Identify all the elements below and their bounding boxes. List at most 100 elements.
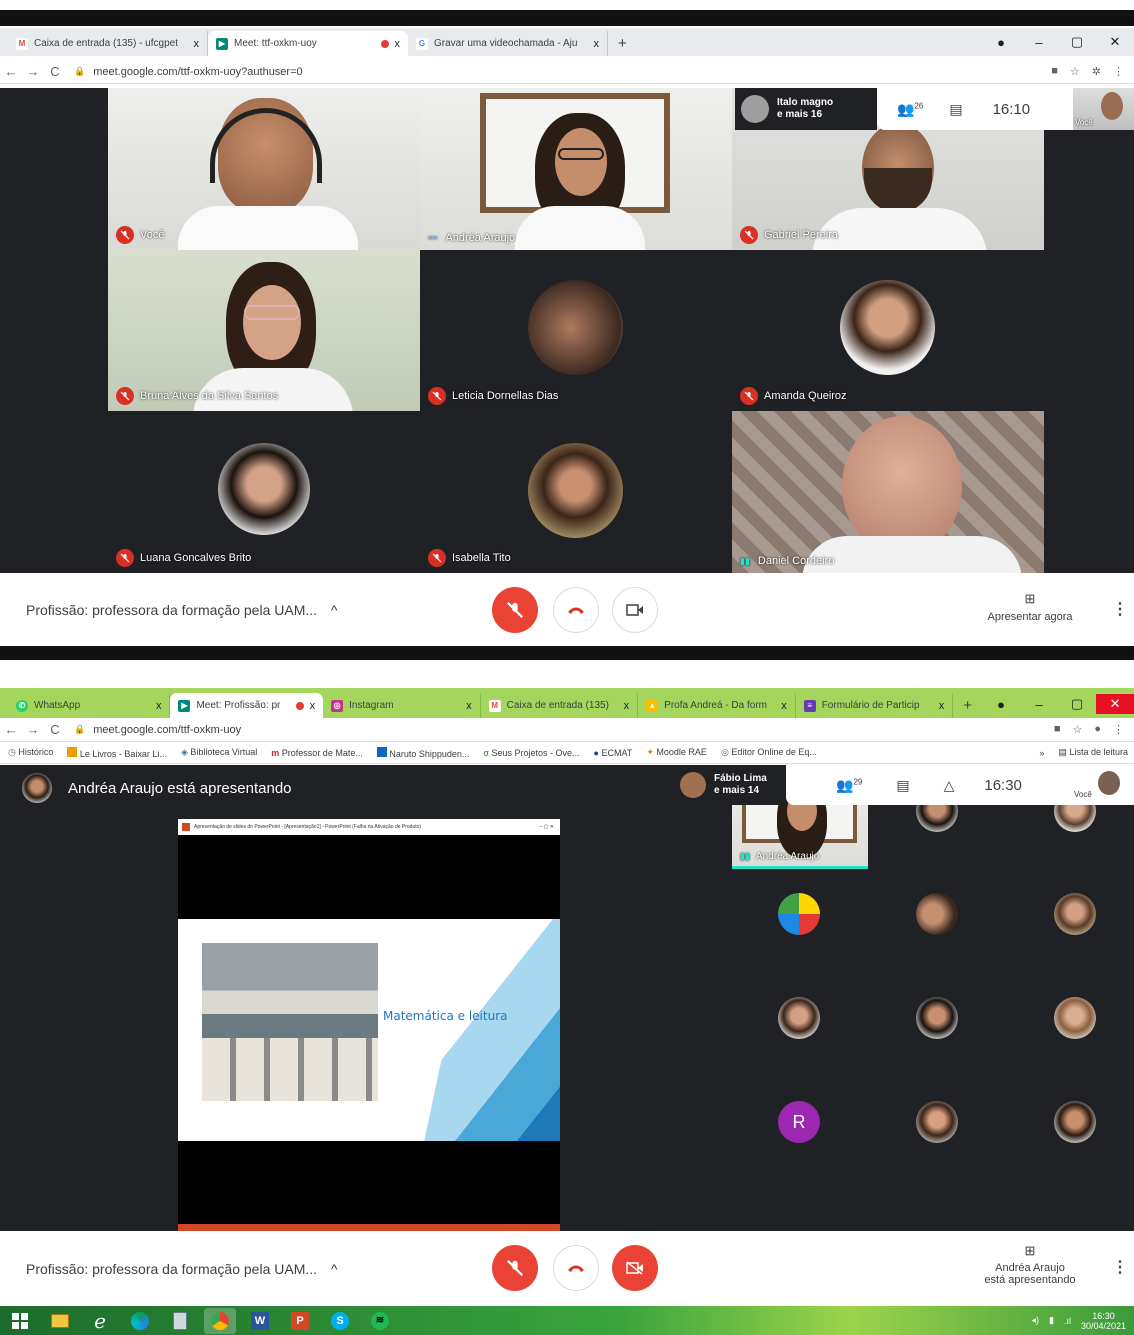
self-view[interactable]: Você xyxy=(1073,88,1134,130)
participant-avatar[interactable] xyxy=(916,893,958,935)
forward-icon[interactable]: → xyxy=(22,64,44,79)
bookmark-biblioteca[interactable]: ◈ Biblioteca Virtual xyxy=(181,747,257,758)
signal-icon[interactable]: .ıl xyxy=(1064,1316,1071,1326)
menu-icon[interactable]: ⋮ xyxy=(1113,723,1124,736)
leave-call-button[interactable] xyxy=(553,1245,599,1291)
more-options-icon[interactable]: ⋮ xyxy=(1112,599,1128,619)
camera-icon[interactable]: ■ xyxy=(1051,65,1058,78)
edge-icon[interactable] xyxy=(124,1308,156,1334)
bottom-tab-meet[interactable]: ▶ Meet: Profissão: pr x xyxy=(170,693,324,718)
video-tile-leticia[interactable]: Leticia Dornellas Dias xyxy=(420,250,732,411)
spotify-icon[interactable]: ≋ xyxy=(364,1308,396,1334)
bookmark-editor[interactable]: ◎ Editor Online de Eq... xyxy=(721,747,817,758)
video-tile-luana[interactable]: Luana Goncalves Brito xyxy=(108,411,420,573)
back-icon[interactable]: ← xyxy=(0,722,22,737)
close-icon[interactable]: x xyxy=(594,38,600,50)
leave-call-button[interactable] xyxy=(553,587,599,633)
present-now-button[interactable]: ⊞ Apresentar agora xyxy=(980,591,1080,623)
bookmark-naruto[interactable]: Naruto Shippuden... xyxy=(376,746,469,759)
active-speaker-chip[interactable]: Fábio Lima e mais 14 xyxy=(676,765,786,805)
people-icon[interactable]: 👥29 xyxy=(836,777,862,794)
camera-icon[interactable]: ■ xyxy=(1054,723,1061,736)
video-tile-voce[interactable]: Você xyxy=(108,88,420,250)
url-field[interactable]: meet.google.com/ttf-oxkm-uoy xyxy=(93,724,241,736)
volume-icon[interactable]: ◂) xyxy=(1031,1315,1039,1326)
close-icon[interactable]: x xyxy=(939,700,945,712)
chat-icon[interactable]: ▤ xyxy=(896,777,909,794)
windows-start-icon[interactable] xyxy=(4,1308,36,1334)
network-icon[interactable]: ▮ xyxy=(1049,1315,1054,1326)
close-icon[interactable]: x xyxy=(395,38,401,50)
camera-toggle-button[interactable] xyxy=(612,587,658,633)
camera-toggle-button[interactable] xyxy=(612,1245,658,1291)
presentation-status-button[interactable]: ⊞ Andréa Araujo está apresentando xyxy=(975,1243,1085,1286)
close-window-button[interactable]: ✕ xyxy=(1096,694,1134,714)
active-speaker-chip[interactable]: Italo magno e mais 16 xyxy=(735,88,877,130)
menu-icon[interactable]: ⋮ xyxy=(1113,65,1124,78)
reading-list-button[interactable]: ▤ Lista de leitura xyxy=(1058,747,1134,758)
bookmark-ecmat[interactable]: ● ECMAT xyxy=(594,748,633,758)
close-icon[interactable]: x xyxy=(781,700,787,712)
forward-icon[interactable]: → xyxy=(22,722,44,737)
participant-avatar[interactable] xyxy=(1054,997,1096,1039)
mic-toggle-button[interactable] xyxy=(492,1245,538,1291)
close-icon[interactable]: x xyxy=(466,700,472,712)
bookmark-lelivros[interactable]: Le Livros - Baixar Li... xyxy=(67,746,167,759)
star-icon[interactable]: ☆ xyxy=(1070,65,1080,78)
bottom-tab-forms[interactable]: ≡ Formulário de Particip x xyxy=(796,693,954,718)
participant-avatar[interactable] xyxy=(1054,893,1096,935)
chrome-icon[interactable] xyxy=(204,1307,236,1334)
reload-icon[interactable]: C xyxy=(44,722,66,737)
minimize-button[interactable]: – xyxy=(1020,697,1058,712)
powerpoint-icon[interactable]: P xyxy=(284,1308,316,1334)
meeting-details-button[interactable]: Profissão: professora da formação pela U… xyxy=(26,602,338,618)
bottom-tab-gmail[interactable]: M Caixa de entrada (135) x xyxy=(481,693,639,718)
ie-icon[interactable]: e xyxy=(84,1308,116,1334)
profile-icon[interactable]: ● xyxy=(1094,723,1101,736)
participant-avatar-letter[interactable]: R xyxy=(778,1101,820,1143)
participant-avatar[interactable] xyxy=(916,1101,958,1143)
close-icon[interactable]: x xyxy=(310,700,316,712)
bookmark-moodle[interactable]: ✦ Moodle RAE xyxy=(646,747,707,758)
mic-toggle-button[interactable] xyxy=(492,587,538,633)
maximize-button[interactable]: ▢ xyxy=(1058,696,1096,712)
minimize-button[interactable]: – xyxy=(1020,35,1058,50)
participant-avatar[interactable] xyxy=(1054,1101,1096,1143)
video-tile-bruna[interactable]: Bruna Alves da Silva Santos xyxy=(108,250,420,411)
video-tile-daniel[interactable]: ▮▮ Daniel Cordeiro xyxy=(732,411,1044,573)
video-tile-isabella[interactable]: Isabella Tito xyxy=(420,411,732,573)
meeting-details-button[interactable]: Profissão: professora da formação pela U… xyxy=(26,1261,338,1277)
bookmark-projetos[interactable]: σ Seus Projetos - Ove... xyxy=(483,748,579,758)
self-view[interactable]: Você xyxy=(1072,765,1134,805)
video-tile-amanda[interactable]: Amanda Queiroz xyxy=(732,250,1044,411)
video-tile-andrea[interactable]: ••• Andréa Araujo xyxy=(420,88,732,250)
chat-icon[interactable]: ▤ xyxy=(949,101,962,118)
notepad-icon[interactable] xyxy=(164,1308,196,1334)
skype-icon[interactable]: S xyxy=(324,1308,356,1334)
people-icon[interactable]: 👥26 xyxy=(897,101,923,118)
maximize-button[interactable]: ▢ xyxy=(1058,34,1096,50)
more-bookmarks-button[interactable]: » xyxy=(1039,748,1044,758)
back-icon[interactable]: ← xyxy=(0,64,22,79)
bottom-tab-instagram[interactable]: ◎ Instagram x xyxy=(323,693,481,718)
clock-tray[interactable]: 16:30 30/04/2021 xyxy=(1081,1311,1126,1331)
new-tab-button[interactable]: + xyxy=(953,697,982,718)
participant-avatar[interactable] xyxy=(778,893,820,935)
profile-icon[interactable]: ● xyxy=(982,697,1020,712)
close-icon[interactable]: x xyxy=(194,38,200,50)
bottom-tab-whatsapp[interactable]: ✆ WhatsApp x xyxy=(8,693,171,718)
activities-icon[interactable]: △ xyxy=(944,777,955,794)
profile-icon[interactable]: ● xyxy=(982,35,1020,50)
close-window-button[interactable]: ✕ xyxy=(1096,34,1134,50)
bottom-tab-drive[interactable]: ▲ Profa Andreá - Da form x xyxy=(638,693,796,718)
bookmark-historico[interactable]: ◷ Histórico xyxy=(8,747,53,758)
reload-icon[interactable]: C xyxy=(44,64,66,79)
url-field[interactable]: meet.google.com/ttf-oxkm-uoy?authuser=0 xyxy=(93,66,302,78)
participant-avatar[interactable] xyxy=(916,997,958,1039)
star-icon[interactable]: ☆ xyxy=(1072,723,1082,736)
more-options-icon[interactable]: ⋮ xyxy=(1112,1257,1128,1277)
close-icon[interactable]: x xyxy=(624,700,630,712)
new-tab-button[interactable]: + xyxy=(608,35,637,56)
word-icon[interactable]: W xyxy=(244,1308,276,1334)
top-tab-help[interactable]: G Gravar uma videochamada - Aju x xyxy=(408,31,608,56)
